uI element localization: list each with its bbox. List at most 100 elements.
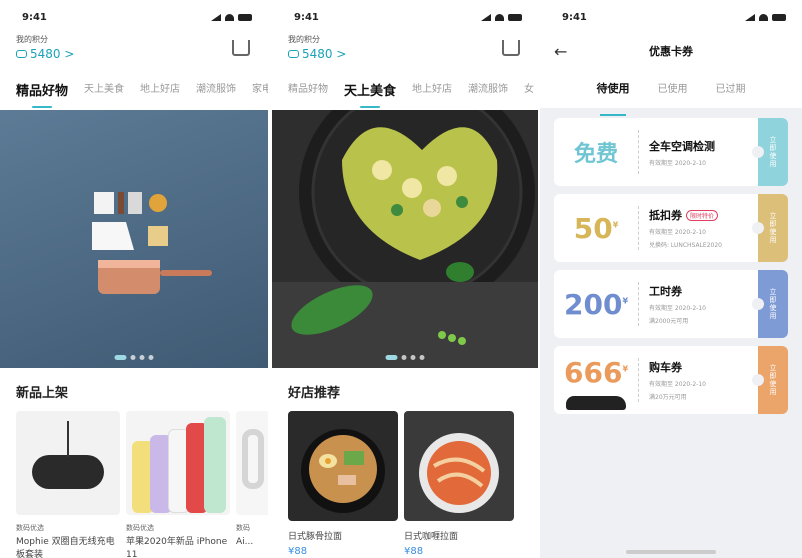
product-name: Ai...: [236, 537, 254, 547]
signal-icon: [745, 13, 755, 21]
coupon-value: 666¥: [554, 346, 638, 414]
tab-expired[interactable]: 已过期: [716, 80, 746, 108]
points-value: 5480 >: [30, 47, 75, 61]
shop-image: [404, 411, 514, 521]
status-time: 9:41: [294, 11, 319, 23]
tab-used[interactable]: 已使用: [658, 80, 688, 108]
signal-icon: [481, 13, 491, 21]
page-title: 优惠卡券: [649, 45, 693, 58]
coupon-card[interactable]: 免费 全车空调检测 有效期至 2020-2-10 立即使用: [554, 118, 788, 186]
section-title: 新品上架: [16, 386, 69, 401]
use-now-button[interactable]: 立即使用: [752, 346, 788, 414]
product-card[interactable]: 数码优选 Mophie 双圈自无线充电板套装: [16, 411, 120, 558]
product-image: [16, 411, 120, 515]
shop-card[interactable]: 日式豚骨拉面 ¥88: [288, 411, 398, 557]
screen-goods: 9:41 我的积分 5480 > 精品好物 天上美食 地上好店 潮流服饰 家电 …: [0, 0, 268, 558]
shop-card[interactable]: 日式咖喱拉面 ¥88: [404, 411, 514, 557]
product-category: 数码优选: [126, 524, 154, 532]
coupon-name: 购车券: [649, 361, 682, 374]
coupon-detail: 有效期至 2020-2-10: [649, 159, 706, 167]
tab-category[interactable]: 潮流服饰: [196, 80, 236, 102]
coupon-name: 工时券: [649, 285, 682, 298]
coupon-name: 抵扣券 限时特价: [649, 207, 758, 223]
tab-category[interactable]: 地上好店: [412, 80, 452, 102]
tab-category[interactable]: 天上美食: [344, 80, 396, 108]
tab-category[interactable]: 地上好店: [140, 80, 180, 102]
wifi-icon: [495, 13, 504, 21]
coupon-detail: 兑换码: LUNCHSALE2020: [649, 242, 722, 249]
category-tabs: 精品好物 天上美食 地上好店 潮流服饰 女: [272, 70, 538, 108]
carousel-dots: [385, 355, 425, 360]
coupon-tabs: 待使用 已使用 已过期: [540, 68, 802, 116]
tab-category[interactable]: 精品好物: [16, 80, 68, 108]
shop-name: 日式咖喱拉面: [404, 532, 459, 542]
status-time: 9:41: [22, 11, 47, 23]
tab-category[interactable]: 女: [524, 80, 534, 102]
coupon-detail: 有效期至 2020-2-10: [649, 229, 706, 236]
shop-price: ¥88: [288, 546, 308, 557]
status-bar: 9:41: [540, 0, 802, 34]
product-list: 数码优选 Mophie 双圈自无线充电板套装 数码优选 苹果2020年新品 iP…: [0, 411, 268, 558]
points-value-link[interactable]: 5480 >: [16, 47, 252, 61]
banner-carousel[interactable]: [0, 110, 268, 368]
points-label: 我的积分: [16, 35, 48, 44]
home-indicator: [626, 550, 716, 554]
use-now-button[interactable]: 立即使用: [752, 194, 788, 262]
screen-food: 9:41 我的积分 5480 > 精品好物 天上美食 地上好店 潮流服饰 女 好…: [272, 0, 538, 558]
product-name: 苹果2020年新品 iPhone 11: [126, 537, 228, 558]
back-arrow-icon[interactable]: ←: [554, 42, 567, 61]
carousel-dots: [114, 355, 154, 360]
coupon-tag: 限时特价: [686, 209, 719, 221]
points-header: 我的积分 5480 >: [272, 34, 538, 70]
product-card[interactable]: 数码 Ai...: [236, 411, 268, 558]
product-image: [126, 411, 230, 515]
coupon-card[interactable]: 200¥ 工时券 有效期至 2020-2-10 满2000元可用 立即使用: [554, 270, 788, 338]
points-value-link[interactable]: 5480 >: [288, 47, 522, 61]
shop-price: ¥88: [404, 546, 424, 557]
points-label: 我的积分: [288, 35, 320, 44]
food-illustration: [272, 110, 538, 368]
coupon-card[interactable]: 666¥ 购车券 有效期至 2020-2-10 满20万元可用 立即使用: [554, 346, 788, 414]
cart-icon[interactable]: [502, 40, 520, 56]
battery-icon: [772, 13, 786, 21]
status-time: 9:41: [562, 11, 587, 23]
coin-icon: [288, 50, 299, 58]
status-bar: 9:41: [0, 0, 268, 34]
battery-icon: [238, 13, 252, 21]
section-title: 好店推荐: [288, 386, 341, 401]
car-image: [566, 396, 626, 410]
banner-carousel[interactable]: [272, 110, 538, 368]
use-now-button[interactable]: 立即使用: [752, 270, 788, 338]
screen-coupons: 9:41 ← 优惠卡券 待使用 已使用 已过期 免费 全车空调检测 有效期至 2…: [540, 0, 802, 558]
points-value: 5480 >: [302, 47, 347, 61]
coupon-detail: 有效期至 2020-2-10: [649, 381, 706, 388]
cart-icon[interactable]: [232, 40, 250, 56]
signal-icon: [211, 13, 221, 21]
wifi-icon: [225, 13, 234, 21]
use-now-button[interactable]: 立即使用: [752, 118, 788, 186]
coupon-name: 全车空调检测: [649, 139, 715, 153]
product-name: Mophie 双圈自无线充电板套装: [16, 537, 115, 558]
category-tabs: 精品好物 天上美食 地上好店 潮流服饰 家电: [0, 70, 268, 108]
product-category: 数码优选: [16, 524, 44, 532]
nav-bar: ← 优惠卡券: [540, 34, 802, 68]
battery-icon: [508, 13, 522, 21]
tab-unused[interactable]: 待使用: [597, 80, 630, 116]
coupon-list: 免费 全车空调检测 有效期至 2020-2-10 立即使用 50¥ 抵扣券 限时特…: [540, 108, 802, 414]
product-category: 数码: [236, 524, 250, 532]
tab-category[interactable]: 家电: [252, 80, 268, 102]
wifi-icon: [759, 13, 768, 21]
product-card[interactable]: 数码优选 苹果2020年新品 iPhone 11: [126, 411, 230, 558]
coupon-card[interactable]: 50¥ 抵扣券 限时特价 有效期至 2020-2-10 兑换码: LUNCHSAL…: [554, 194, 788, 262]
tab-category[interactable]: 精品好物: [288, 80, 328, 102]
tab-category[interactable]: 潮流服饰: [468, 80, 508, 102]
coupon-detail: 满2000元可用: [649, 318, 689, 325]
shop-name: 日式豚骨拉面: [288, 532, 343, 542]
coupon-value: 50¥: [573, 211, 619, 245]
points-header: 我的积分 5480 >: [0, 34, 268, 70]
tab-category[interactable]: 天上美食: [84, 80, 124, 102]
shop-list: 日式豚骨拉面 ¥88 日式咖喱拉面 ¥88: [272, 411, 538, 557]
cookware-illustration: [92, 192, 212, 294]
status-bar: 9:41: [272, 0, 538, 34]
coin-icon: [16, 50, 27, 58]
